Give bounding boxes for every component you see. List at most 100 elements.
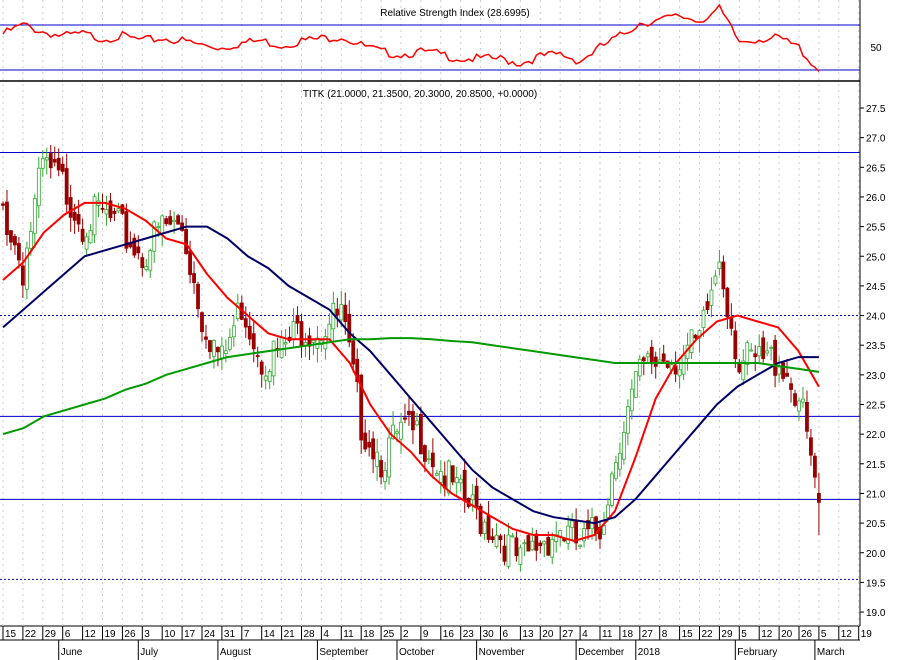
candle [399,412,403,454]
candle-body [725,287,730,318]
candle [227,328,232,352]
candle-body [52,159,57,163]
month-label: February [737,647,777,658]
candle-body [781,362,785,379]
candle [809,429,813,466]
candle-body [299,321,304,347]
x-tick-label: 7 [244,629,250,640]
candle-body [498,535,503,541]
candle [705,293,710,315]
candle-body [721,261,726,290]
candle-body [247,325,252,340]
candle-body [777,366,781,375]
candle [789,377,793,403]
x-tick-label: 15 [5,629,17,640]
month-label: October [399,647,435,658]
candle-body [343,304,348,322]
y-tick-label: 20.5 [866,519,886,530]
candle-body [407,410,411,415]
x-tick-label: 31 [224,629,236,640]
candle-body [538,542,543,547]
candle [184,217,188,255]
candle [550,532,555,565]
candle-body [713,275,718,285]
x-tick-label: 26 [124,629,136,640]
candle-body [172,219,177,223]
candle [482,518,487,541]
candle [470,484,475,512]
rsi-title: Relative Strength Index (28.6995) [380,8,530,19]
candle [757,334,762,363]
candle [20,252,25,298]
candle [160,214,165,246]
candle [621,421,626,465]
candle [486,501,491,543]
candle [450,465,455,486]
candle [24,241,29,300]
candle-body [311,339,316,343]
candle-body [793,393,797,406]
candle [582,521,586,548]
candle-body [164,218,169,225]
x-tick-label: 19 [861,629,873,640]
candle [204,324,208,349]
candle-body [785,372,789,377]
x-tick-label: 2 [403,629,409,640]
candle-body [526,535,531,552]
candle [753,345,758,372]
candle [458,474,463,492]
candle [9,230,13,251]
candle-body [450,465,455,483]
candle [271,340,276,386]
candle [765,341,770,357]
candle-body [208,340,212,353]
candle-body [243,318,248,328]
candle-body [681,354,686,375]
candle [761,330,766,363]
y-tick-label: 19.0 [866,608,886,619]
candle [653,351,658,379]
candle [442,461,447,497]
candle-body [570,520,575,529]
candle-body [705,301,710,310]
candle-body [737,363,742,373]
y-tick-label: 21.5 [866,460,886,471]
candle [741,349,746,386]
candle [363,419,368,453]
candle-body [375,451,380,467]
x-tick-label: 12 [841,629,853,640]
candle-body [184,229,188,255]
candle-body [339,304,344,321]
x-tick-label: 12 [85,629,97,640]
candle-body [395,431,399,434]
candle-body [534,533,539,551]
month-label: July [140,647,158,658]
candle-body [649,346,654,365]
chart-svg: 15 22 29 6 12 19 26 3 10 17 24 31 7 14 21 28 4 11 18 25 2 9 16… [0,0,886,660]
candle-body [546,536,551,556]
candle [618,442,622,477]
y-tick-label: 25.0 [866,252,886,263]
candle [637,355,642,382]
candle-body [216,346,220,353]
candle [781,361,785,382]
candle-body [219,345,224,359]
candle [267,368,272,390]
y-tick-label: 22.0 [866,430,886,441]
candle-body [68,197,73,218]
candle-body [411,411,415,431]
moving-average-line [2,337,820,436]
candle [32,193,37,249]
x-tick-label: 22 [25,629,37,640]
candle-body [17,243,21,261]
candle [387,427,391,485]
y-tick-label: 23.0 [866,371,886,382]
candle-body [200,312,204,333]
candle [367,429,372,457]
candle-body [438,471,443,483]
x-tick-label: 19 [105,629,117,640]
candle-body [817,493,821,503]
candle-body [56,157,61,171]
candle-body [100,207,105,210]
candle-body [701,309,706,328]
